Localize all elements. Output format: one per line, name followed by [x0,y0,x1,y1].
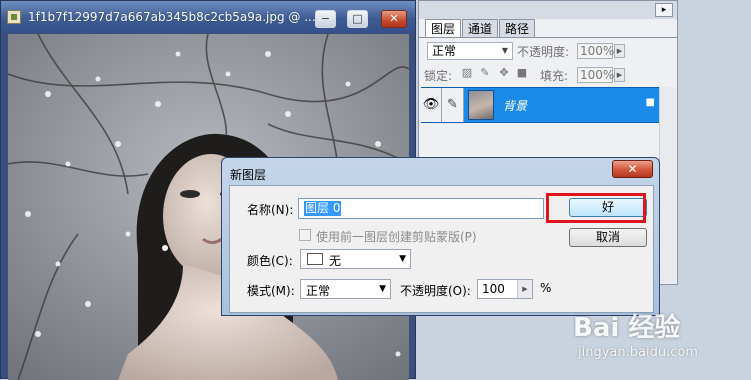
chevron-down-icon: ▼ [501,46,509,55]
lock-brush-icon[interactable]: ✎ [479,67,491,79]
lock-label: 锁定: [424,69,453,83]
layer-thumbnail [468,90,494,120]
clipping-mask-checkbox[interactable] [299,229,311,241]
color-swatch [307,253,323,265]
name-label: 名称(N): [247,203,294,217]
new-layer-dialog: 新图层 ✕ 名称(N): 图层 0 使用前一图层创建剪贴蒙版(P) 颜色(C):… [221,157,660,316]
lock-move-icon[interactable]: ✥ [498,67,510,79]
tab-layers[interactable]: 图层 [425,19,462,38]
layer-row[interactable]: 👁 ✎ 背景 ■ [421,87,659,123]
layer-name[interactable]: 背景 [503,97,527,114]
name-value: 图层 0 [304,201,342,216]
cancel-button[interactable]: 取消 [569,228,647,247]
mode-select[interactable]: 正常 ▼ [300,279,391,299]
dialog-close-button[interactable]: ✕ [612,160,653,178]
opacity-input[interactable]: 100 ▶ [477,279,533,299]
document-icon [7,10,21,24]
tab-divider [419,37,677,38]
fill-stepper-icon[interactable]: ▶ [614,68,625,82]
dialog-title: 新图层 [230,168,267,182]
chevron-down-icon: ▼ [379,284,386,294]
opacity-stepper-icon[interactable]: ▶ [614,44,625,58]
close-button[interactable]: ✕ [381,10,407,28]
mode-label: 模式(M): [247,284,295,298]
clipping-mask-label: 使用前一图层创建剪贴蒙版(P) [316,230,477,244]
opacity-label: 不透明度: [517,45,570,59]
opacity-label: 不透明度(O): [400,284,471,298]
document-titlebar[interactable]: 1f1b7f12997d7a667ab345b8c2cb5a9a.jpg @ .… [1,1,415,33]
tab-paths[interactable]: 路径 [499,19,536,37]
tab-channels[interactable]: 通道 [462,19,499,37]
chevron-down-icon: ▼ [399,254,406,264]
lock-transparency-icon[interactable]: ▨ [461,67,473,79]
name-input[interactable]: 图层 0 [298,198,544,219]
color-label: 颜色(C): [247,254,293,268]
document-title: 1f1b7f12997d7a667ab345b8c2cb5a9a.jpg @ .… [28,10,316,24]
blend-mode-value: 正常 [432,44,457,58]
panel-scrollbar[interactable] [659,87,676,283]
watermark-brand: Bai 经验 [573,313,681,343]
opacity-field[interactable]: 100% [577,43,614,59]
lock-all-icon[interactable]: ■ [516,67,528,79]
color-value: 无 [329,254,342,268]
color-select[interactable]: 无 ▼ [300,249,411,269]
panel-header: ▸ [419,1,677,19]
mode-value: 正常 [306,284,331,298]
minimize-button[interactable]: − [315,10,336,28]
ok-highlight-annotation [546,193,646,223]
panel-menu-icon[interactable]: ▸ [655,3,673,17]
opacity-unit: % [540,281,552,295]
watermark-url: jingyan.baidu.com [578,345,698,360]
opacity-value: 100 [482,282,505,296]
baidu-jingyan-watermark: Bai 经验 jingyan.baidu.com [568,307,748,377]
fill-label: 填充: [540,69,569,83]
fill-field[interactable]: 100% [577,67,614,83]
blend-mode-select[interactable]: 正常 ▼ [427,42,513,60]
brush-icon[interactable]: ✎ [442,88,464,122]
eye-icon[interactable]: 👁 [421,88,442,122]
panel-tabs: 图层 通道 路径 [425,19,536,38]
maximize-button[interactable]: □ [347,10,368,28]
lock-icon: ■ [645,97,655,108]
opacity-stepper-icon[interactable]: ▶ [517,280,532,298]
